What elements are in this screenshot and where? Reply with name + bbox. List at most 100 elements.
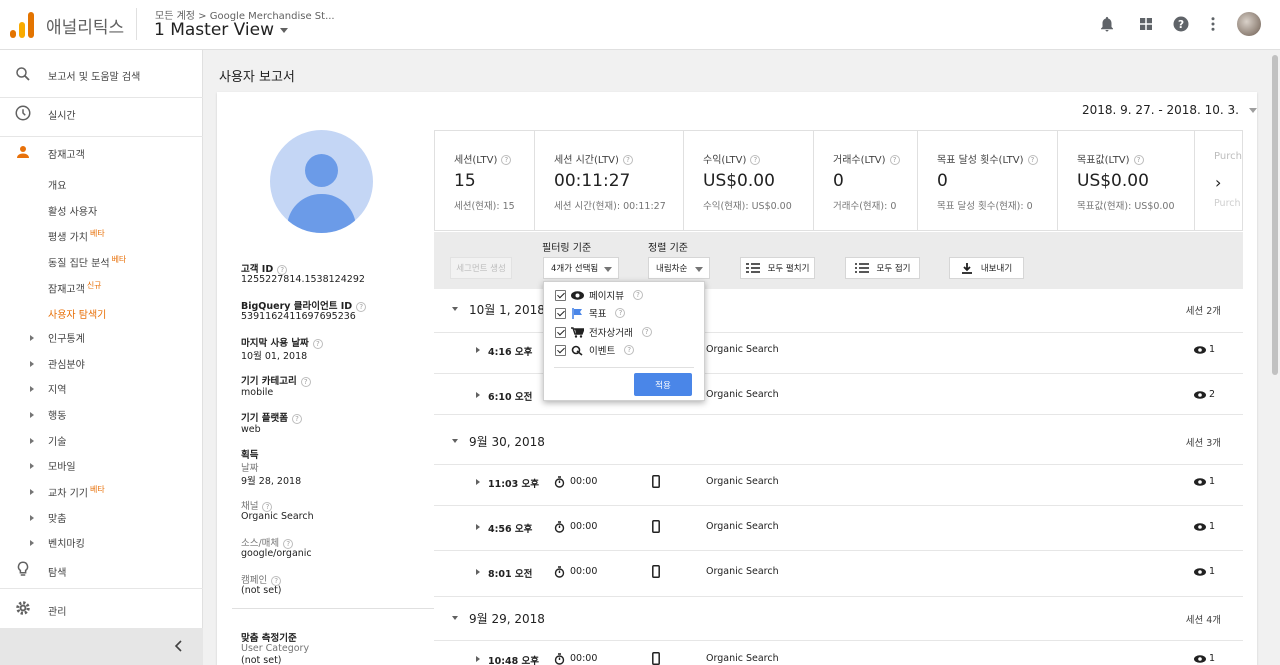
sidebar-group[interactable]: 인구통계 <box>48 330 85 345</box>
create-segment-button[interactable]: 세그먼트 생성 <box>450 257 512 279</box>
expand-all-button[interactable]: 모두 펼치기 <box>740 257 815 279</box>
expand-arrow-icon[interactable] <box>476 656 480 662</box>
help-icon[interactable]: ? <box>277 264 288 275</box>
help-icon[interactable]: ? <box>271 575 282 586</box>
bell-icon[interactable] <box>1098 15 1116 33</box>
search-label: 보고서 및 도움말 검색 <box>48 72 141 83</box>
checkbox-checked-icon[interactable] <box>555 307 566 319</box>
help-icon[interactable]: ? <box>1172 15 1190 33</box>
session-row[interactable]: 8:01 오전 00:00 Organic Search 1 <box>434 565 1243 580</box>
session-duration: 00:00 <box>570 476 598 487</box>
filter-select[interactable]: 4개가 선택됨 <box>543 257 619 279</box>
help-icon[interactable]: ? <box>292 413 303 424</box>
sidebar-subitem[interactable]: 사용자 탐색기 <box>48 306 106 321</box>
help-icon[interactable]: ? <box>615 308 626 318</box>
event-click-icon <box>571 345 583 356</box>
expand-arrow-icon[interactable] <box>30 386 34 392</box>
chevron-right-icon[interactable]: › <box>1215 173 1221 192</box>
checkbox-checked-icon[interactable] <box>555 289 566 301</box>
collapse-arrow-icon[interactable] <box>452 439 458 443</box>
sidebar-collapse-bar[interactable] <box>0 628 203 665</box>
collapse-arrow-icon[interactable] <box>452 616 458 620</box>
filter-option-ecommerce[interactable]: 전자상거래? <box>555 325 652 339</box>
view-selector[interactable]: 1 Master View <box>154 20 289 40</box>
help-icon[interactable]: ? <box>312 338 323 349</box>
sidebar-item-audience[interactable]: 잠재고객 <box>0 138 203 164</box>
sidebar-item-realtime[interactable]: 실시간 <box>0 98 203 136</box>
session-count: 세션 2개 <box>1185 306 1221 317</box>
date-range-picker[interactable]: 2018. 9. 27. - 2018. 10. 3. <box>1082 103 1257 117</box>
scrollbar-thumb[interactable] <box>1272 55 1278 375</box>
help-icon[interactable]: ? <box>622 155 633 165</box>
session-row[interactable]: 10:48 오후 00:00 Organic Search 1 <box>434 652 1243 665</box>
help-icon[interactable]: ? <box>1133 155 1144 165</box>
expand-arrow-icon[interactable] <box>476 347 480 353</box>
help-icon[interactable]: ? <box>750 155 761 165</box>
sort-select[interactable]: 내림차순 <box>648 257 710 279</box>
sidebar-item-discover[interactable]: 탐색 <box>0 555 203 585</box>
expand-arrow-icon[interactable] <box>30 540 34 546</box>
session-row[interactable]: 11:03 오후 00:00 Organic Search 1 <box>434 475 1243 490</box>
sidebar-subitem[interactable]: 잠재고객 신규 <box>48 280 102 295</box>
day-group-header[interactable]: 9월 29, 2018 세션 4개 <box>434 610 1243 628</box>
page-scrollbar[interactable] <box>1270 50 1280 665</box>
stopwatch-icon <box>554 653 565 665</box>
checkbox-checked-icon[interactable] <box>555 326 566 338</box>
sidebar-group[interactable]: 지역 <box>48 381 66 396</box>
help-icon[interactable]: ? <box>889 155 900 165</box>
sidebar-search[interactable]: 보고서 및 도움말 검색 <box>0 50 203 98</box>
expand-arrow-icon[interactable] <box>30 515 34 521</box>
expand-arrow-icon[interactable] <box>30 412 34 418</box>
day-group-header[interactable]: 9월 30, 2018 세션 3개 <box>434 433 1243 451</box>
session-source: Organic Search <box>706 521 779 532</box>
sidebar-group[interactable]: 교차 기기 베타 <box>48 484 105 499</box>
expand-arrow-icon[interactable] <box>476 569 480 575</box>
sidebar-group[interactable]: 맞춤 <box>48 510 66 525</box>
more-vert-icon[interactable] <box>1204 15 1222 33</box>
sidebar-subitem[interactable]: 개요 <box>48 177 66 192</box>
sidebar-group-label: 관심분야 <box>48 360 85 371</box>
filter-option-event[interactable]: 이벤트? <box>555 343 635 357</box>
help-icon[interactable]: ? <box>624 345 635 355</box>
session-row[interactable]: 4:56 오후 00:00 Organic Search 1 <box>434 520 1243 535</box>
filter-option-pageview[interactable]: 페이지뷰? <box>555 288 643 302</box>
pageview-count: 1 <box>1194 476 1215 487</box>
expand-arrow-icon[interactable] <box>30 361 34 367</box>
expand-arrow-icon[interactable] <box>30 489 34 495</box>
help-icon[interactable]: ? <box>632 290 643 300</box>
user-avatar[interactable] <box>1237 12 1261 36</box>
collapse-all-button[interactable]: 모두 접기 <box>845 257 920 279</box>
help-icon[interactable]: ? <box>1027 155 1038 165</box>
apps-grid-icon[interactable] <box>1137 15 1155 33</box>
expand-arrow-icon[interactable] <box>30 438 34 444</box>
help-icon[interactable]: ? <box>300 376 311 387</box>
sidebar-subitem[interactable]: 동질 집단 분석 베타 <box>48 254 126 269</box>
expand-arrow-icon[interactable] <box>30 463 34 469</box>
help-icon[interactable]: ? <box>501 155 512 165</box>
client-id-label: 고객 ID? <box>241 261 288 275</box>
row-divider <box>434 596 1243 597</box>
sidebar-group[interactable]: 관심분야 <box>48 356 85 371</box>
sidebar-group[interactable]: 벤치마킹 <box>48 535 85 550</box>
expand-arrow-icon[interactable] <box>476 524 480 530</box>
sidebar-item-admin[interactable]: 관리 <box>0 594 203 624</box>
sidebar-group[interactable]: 행동 <box>48 407 66 422</box>
sidebar-subitem[interactable]: 평생 가치 베타 <box>48 228 105 243</box>
apply-button[interactable]: 적용 <box>634 373 692 396</box>
checkbox-checked-icon[interactable] <box>555 344 566 356</box>
sidebar-group[interactable]: 기술 <box>48 433 66 448</box>
help-icon[interactable]: ? <box>283 538 294 549</box>
sidebar-subitem[interactable]: 활성 사용자 <box>48 203 97 218</box>
expand-arrow-icon[interactable] <box>476 392 480 398</box>
help-icon[interactable]: ? <box>641 327 652 337</box>
analytics-logo-icon[interactable] <box>10 12 34 38</box>
help-icon[interactable]: ? <box>262 501 273 512</box>
expand-arrow-icon[interactable] <box>30 335 34 341</box>
filter-option-goal[interactable]: 목표? <box>555 306 626 320</box>
sort-label: 정렬 기준 <box>648 243 688 254</box>
help-icon[interactable]: ? <box>356 301 367 312</box>
export-button[interactable]: 내보내기 <box>949 257 1024 279</box>
collapse-arrow-icon[interactable] <box>452 307 458 311</box>
sidebar-group[interactable]: 모바일 <box>48 458 76 473</box>
expand-arrow-icon[interactable] <box>476 479 480 485</box>
